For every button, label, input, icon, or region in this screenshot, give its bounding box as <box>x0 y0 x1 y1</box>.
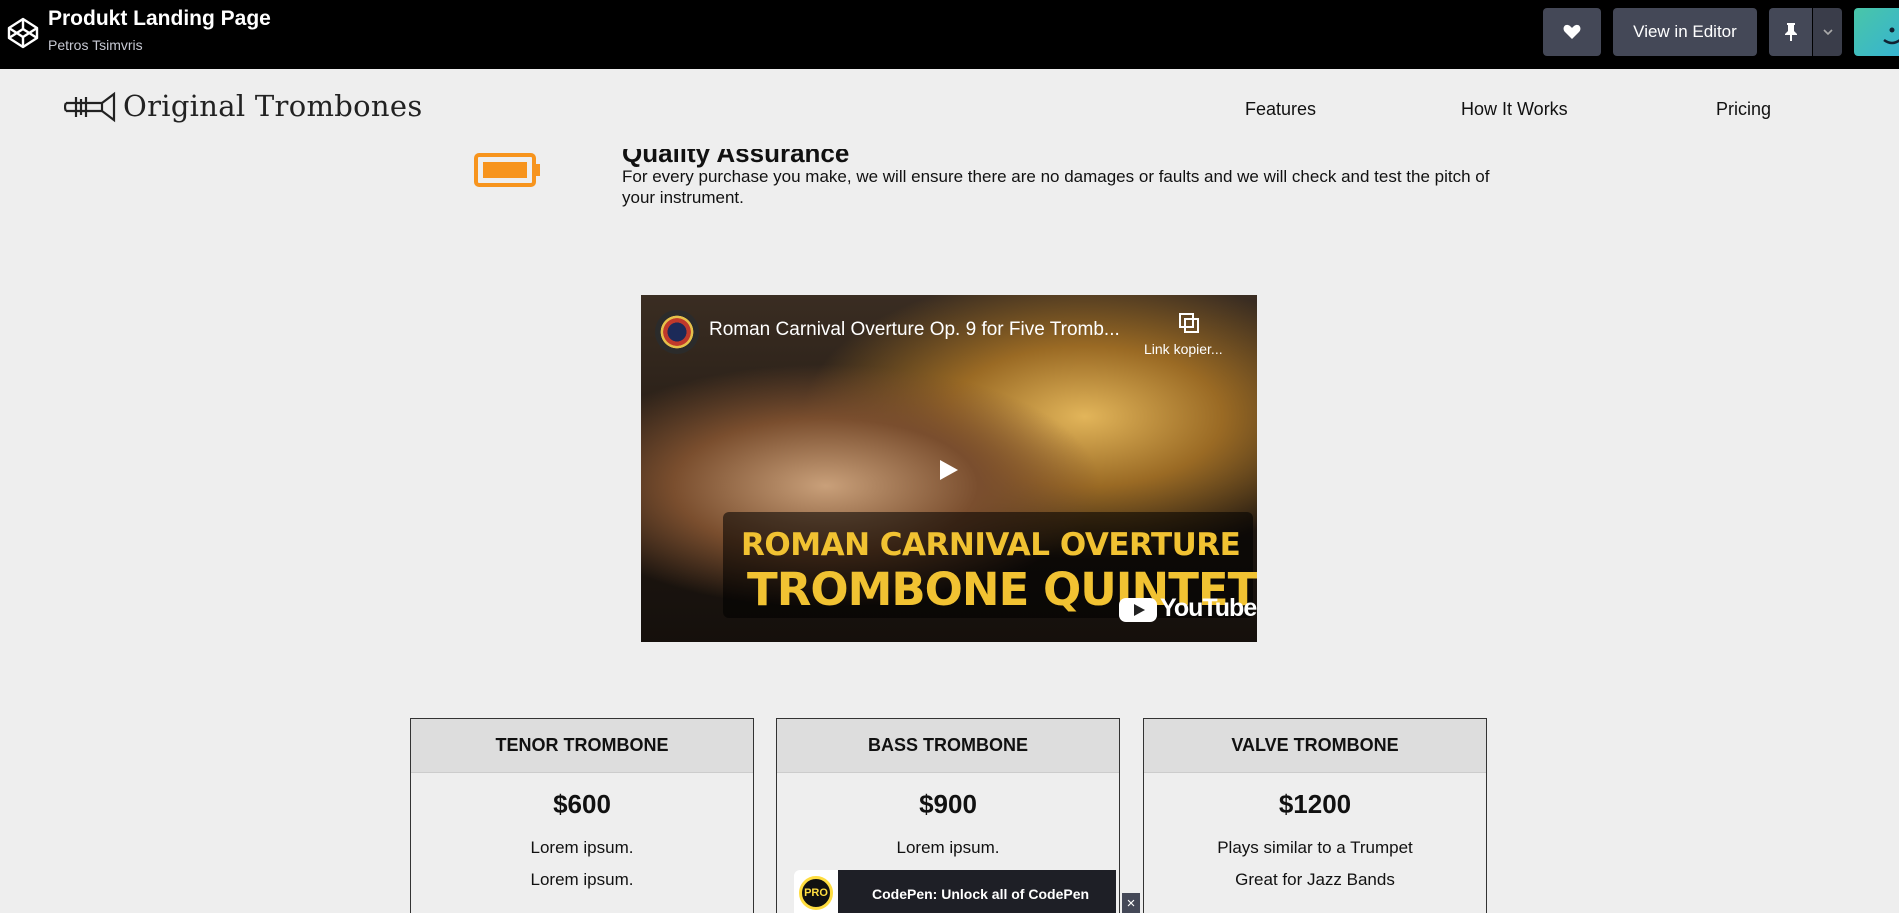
chevron-down-icon <box>1822 29 1833 36</box>
site-header: Original Trombones Features How It Works… <box>0 69 1899 149</box>
pen-title: Produkt Landing Page <box>48 7 271 30</box>
pricing-card-title: TENOR TROMBONE <box>411 719 753 773</box>
pricing-feature: Lorem ipsum. <box>896 838 1000 857</box>
pricing-feature-list: Plays similar to a Trumpet Great for Jaz… <box>1144 832 1486 896</box>
pricing-card-tenor: TENOR TROMBONE $600 Lorem ipsum. Lorem i… <box>410 718 754 913</box>
youtube-icon[interactable] <box>1118 597 1158 623</box>
pricing-feature: Lorem ipsum. <box>530 870 634 889</box>
copy-link-icon[interactable] <box>1177 311 1201 335</box>
pin-icon <box>1784 23 1797 41</box>
codepen-logo-icon[interactable] <box>6 16 40 50</box>
pin-dropdown-button[interactable] <box>1813 8 1842 56</box>
pricing-card-price: $600 <box>553 789 611 819</box>
pricing-feature: Lorem ipsum. <box>530 838 634 857</box>
pricing-card-title: BASS TROMBONE <box>777 719 1119 773</box>
codepen-top-bar: Produkt Landing Page Petros Tsimvris Vie… <box>0 0 1899 69</box>
video-banner-line1: ROMAN CARNIVAL OVERTURE <box>741 527 1241 563</box>
codepen-pro-banner[interactable]: PRO CodePen: Unlock all of CodePen <box>794 870 1122 913</box>
like-button[interactable] <box>1543 8 1601 56</box>
nav-link-how-it-works[interactable]: How It Works <box>1461 99 1568 120</box>
youtube-wordmark[interactable]: YouTube <box>1160 594 1257 623</box>
pro-badge-container: PRO <box>794 870 838 913</box>
video-title[interactable]: Roman Carnival Overture Op. 9 for Five T… <box>709 319 1120 341</box>
pricing-feature-list: Lorem ipsum. <box>777 832 1119 864</box>
pricing-feature-list: Lorem ipsum. Lorem ipsum. <box>411 832 753 896</box>
nav-link-pricing[interactable]: Pricing <box>1716 99 1771 120</box>
pro-banner-text[interactable]: CodePen: Unlock all of CodePen <box>838 870 1116 913</box>
pin-button[interactable] <box>1769 8 1812 56</box>
view-in-editor-button[interactable]: View in Editor <box>1613 8 1757 56</box>
pricing-feature: Great for Jazz Bands <box>1235 870 1395 889</box>
pricing-card-title: VALVE TROMBONE <box>1144 719 1486 773</box>
avatar-face-icon <box>1883 27 1899 45</box>
user-avatar[interactable] <box>1854 8 1899 56</box>
pricing-card-price: $900 <box>919 789 977 819</box>
channel-avatar-icon[interactable] <box>655 310 699 354</box>
pricing-feature: Plays similar to a Trumpet <box>1217 838 1413 857</box>
pro-badge: PRO <box>799 876 833 910</box>
feature-description: For every purchase you make, we will ens… <box>622 167 1490 207</box>
pricing-card-price: $1200 <box>1278 789 1352 819</box>
battery-icon <box>474 153 540 187</box>
play-icon[interactable] <box>936 458 960 482</box>
video-embed[interactable]: Roman Carnival Overture Op. 9 for Five T… <box>641 295 1257 642</box>
copy-link-label: Link kopier... <box>1144 341 1223 357</box>
heart-icon <box>1563 24 1581 39</box>
pen-author[interactable]: Petros Tsimvris <box>48 37 143 53</box>
pricing-card-valve: VALVE TROMBONE $1200 Plays similar to a … <box>1143 718 1487 913</box>
close-icon[interactable]: × <box>1122 893 1140 913</box>
brand-name[interactable]: Original Trombones <box>123 89 423 123</box>
nav-link-features[interactable]: Features <box>1245 99 1316 120</box>
trombone-logo-icon[interactable] <box>64 91 116 123</box>
